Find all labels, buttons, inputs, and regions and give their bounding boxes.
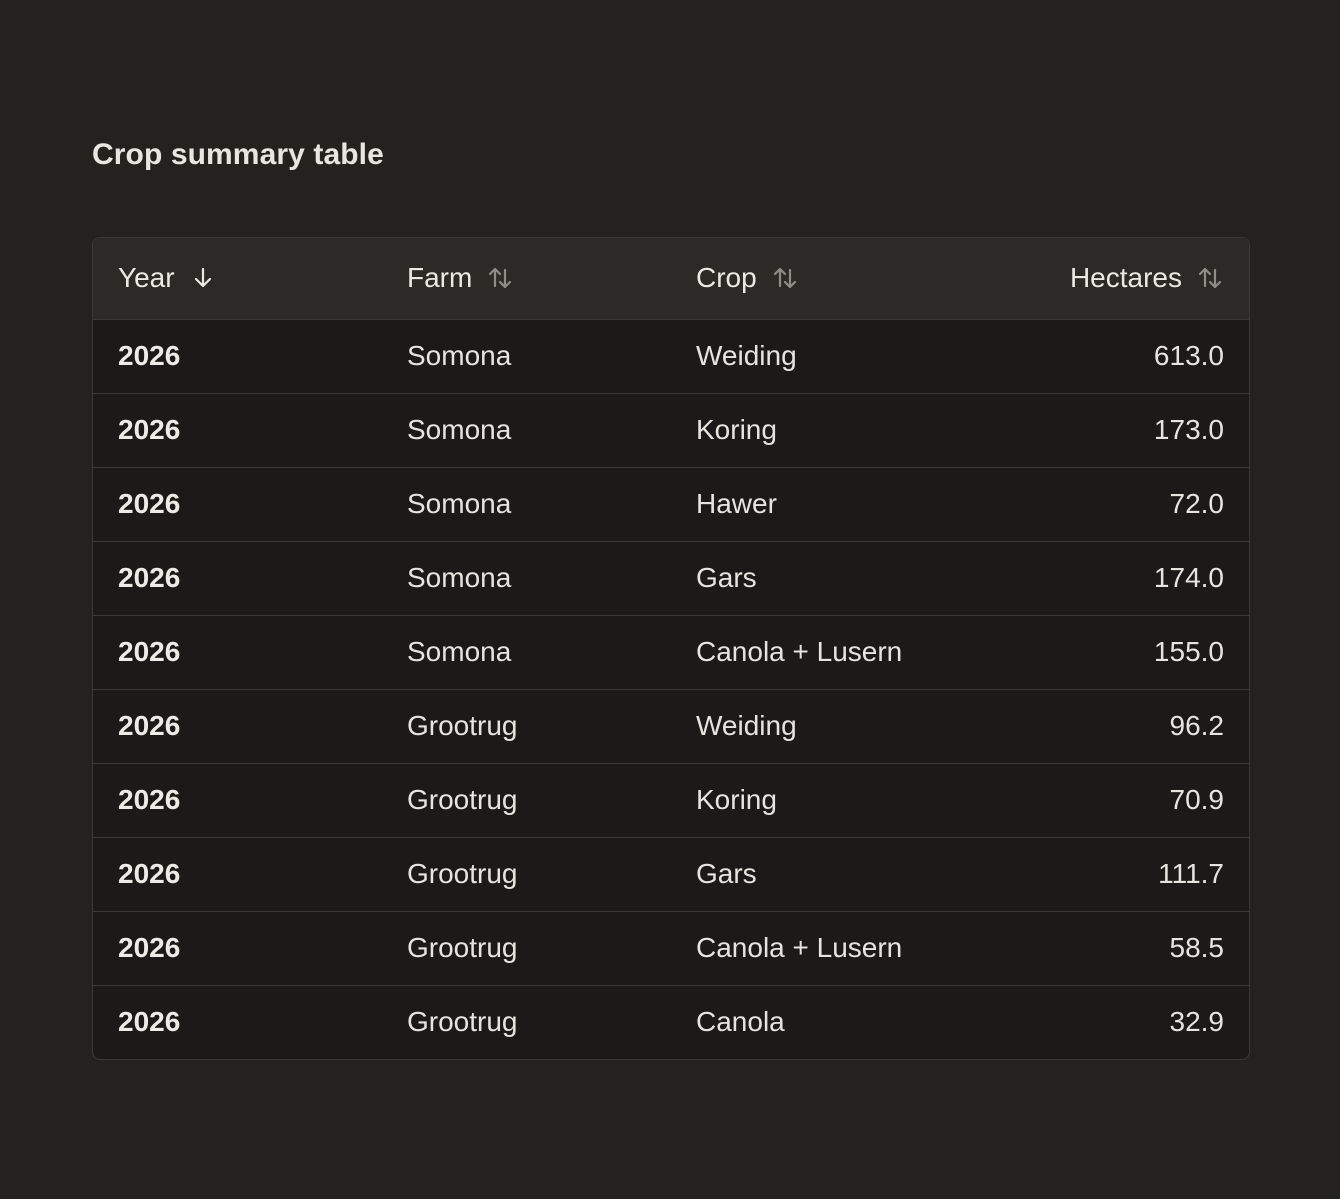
- cell-farm: Grootrug: [382, 984, 671, 1059]
- page-title: Crop summary table: [92, 138, 384, 171]
- cell-crop: Weiding: [696, 340, 797, 371]
- cell-farm: Somona: [382, 466, 671, 541]
- cell-farm: Grootrug: [382, 688, 671, 763]
- cell-year: 2026: [93, 466, 382, 541]
- column-header-hectares: Hectares: [960, 238, 1249, 320]
- column-label: Crop: [696, 262, 757, 294]
- cell-farm: Somona: [382, 614, 671, 689]
- table-row: 2026 Somona Weiding 613.0: [93, 319, 1249, 393]
- cell-crop: Canola + Lusern: [671, 910, 960, 985]
- cell-hectares: 32.9: [960, 984, 1249, 1059]
- sort-by-hectares-button[interactable]: Hectares: [1070, 262, 1224, 294]
- cell-crop: Canola: [671, 984, 960, 1059]
- sort-by-year-button[interactable]: Year: [118, 262, 217, 294]
- sort-up-down-icon: [486, 264, 514, 292]
- cell-year: 2026: [93, 392, 382, 467]
- cell-year: 2026: [93, 614, 382, 689]
- cell-hectares: 58.5: [960, 910, 1249, 985]
- cell-crop: Canola + Lusern: [671, 614, 960, 689]
- table-row: 2026 Grootrug Canola 32.9: [93, 984, 1249, 1059]
- page: Crop summary table Year Farm Crop Hectar…: [0, 0, 1340, 1199]
- cell-crop: Koring: [671, 392, 960, 467]
- cell-farm: Somona: [407, 340, 512, 371]
- sort-by-farm-button[interactable]: Farm: [407, 262, 514, 294]
- sort-up-down-icon: [1196, 264, 1224, 292]
- cell-year: 2026: [93, 910, 382, 985]
- sort-by-crop-button[interactable]: Crop: [696, 262, 799, 294]
- cell-farm: Somona: [382, 540, 671, 615]
- cell-farm: Grootrug: [382, 836, 671, 911]
- column-header-crop: Crop: [671, 238, 960, 320]
- table-row: 2026 Grootrug Koring 70.9: [93, 762, 1249, 837]
- cell-crop: Gars: [671, 540, 960, 615]
- cell-hectares: 72.0: [960, 466, 1249, 541]
- crop-summary-table: Year Farm Crop Hectares 2026 Somona Weid…: [92, 237, 1250, 1060]
- cell-year: 2026: [118, 340, 181, 371]
- cell-hectares: 96.2: [960, 688, 1249, 763]
- column-label: Year: [118, 262, 175, 294]
- cell-year: 2026: [93, 836, 382, 911]
- table-header-row: Year Farm Crop Hectares: [93, 238, 1249, 320]
- cell-hectares: 173.0: [960, 392, 1249, 467]
- cell-farm: Somona: [382, 392, 671, 467]
- cell-year: 2026: [93, 540, 382, 615]
- cell-year: 2026: [93, 984, 382, 1059]
- column-header-year: Year: [93, 238, 382, 320]
- cell-farm: Grootrug: [382, 910, 671, 985]
- column-label: Farm: [407, 262, 473, 294]
- cell-hectares: 70.9: [960, 762, 1249, 837]
- cell-year: 2026: [93, 688, 382, 763]
- cell-hectares: 174.0: [960, 540, 1249, 615]
- cell-farm: Grootrug: [382, 762, 671, 837]
- cell-hectares: 155.0: [960, 614, 1249, 689]
- table-row: 2026 Somona Gars 174.0: [93, 540, 1249, 615]
- column-label: Hectares: [1069, 262, 1182, 294]
- cell-crop: Weiding: [671, 688, 960, 763]
- cell-year: 2026: [93, 762, 382, 837]
- table-row: 2026 Somona Canola + Lusern 155.0: [93, 614, 1249, 689]
- cell-crop: Gars: [671, 836, 960, 911]
- cell-crop: Hawer: [671, 466, 960, 541]
- column-header-farm: Farm: [382, 238, 671, 320]
- cell-hectares: 613.0: [1153, 340, 1224, 371]
- table-row: 2026 Somona Koring 173.0: [93, 392, 1249, 467]
- sort-up-down-icon: [771, 264, 799, 292]
- table-row: 2026 Grootrug Weiding 96.2: [93, 688, 1249, 763]
- table-row: 2026 Grootrug Gars 111.7: [93, 836, 1249, 911]
- cell-hectares: 111.7: [960, 836, 1249, 911]
- table-row: 2026 Somona Hawer 72.0: [93, 466, 1249, 541]
- arrow-down-icon: [189, 264, 217, 292]
- cell-crop: Koring: [671, 762, 960, 837]
- table-row: 2026 Grootrug Canola + Lusern 58.5: [93, 910, 1249, 985]
